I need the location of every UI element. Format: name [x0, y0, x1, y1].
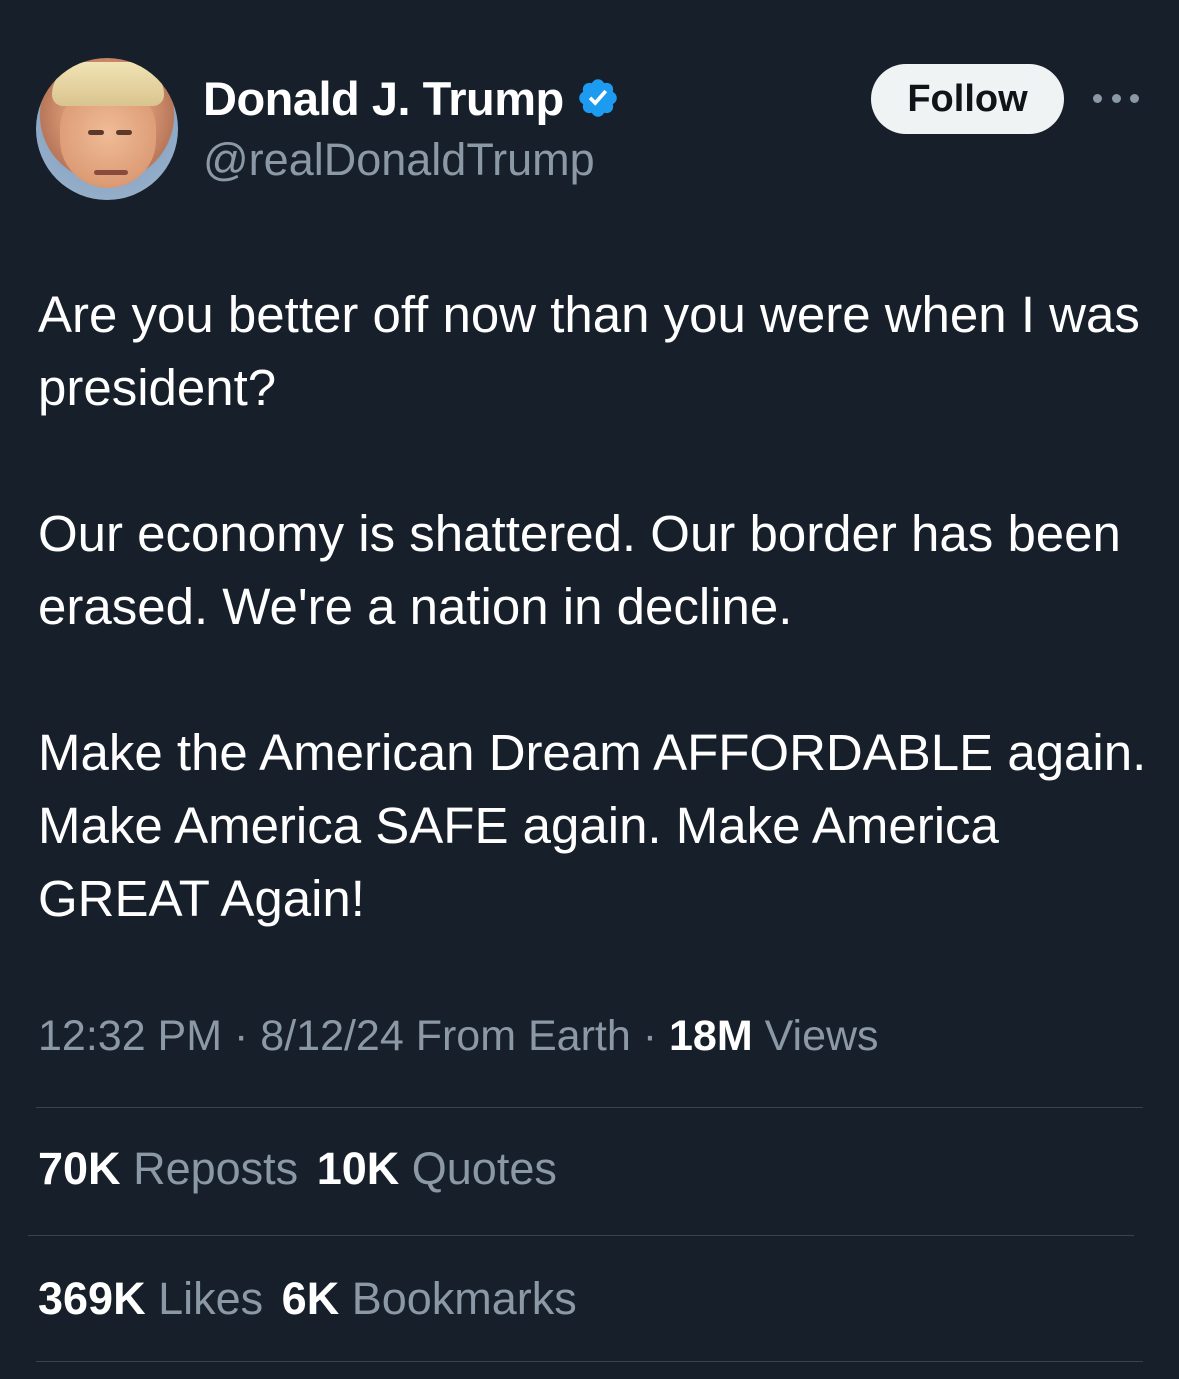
divider [36, 1107, 1143, 1108]
bookmarks-stat[interactable]: 6K Bookmarks [282, 1273, 577, 1324]
reposts-count: 70K [38, 1143, 121, 1194]
quotes-stat[interactable]: 10K Quotes [317, 1143, 557, 1194]
tweet-date[interactable]: 8/12/24 [260, 1012, 403, 1060]
likes-stat[interactable]: 369K Likes [38, 1273, 276, 1324]
avatar-mouth [94, 170, 128, 175]
tweet-paragraph: Are you better off now than you were whe… [38, 286, 1140, 416]
avatar[interactable] [36, 58, 178, 200]
tweet-paragraph: Make the American Dream AFFORDABLE again… [38, 724, 1147, 927]
bookmarks-count: 6K [281, 1273, 340, 1324]
more-options-icon[interactable] [1093, 88, 1139, 108]
stats-row-reposts: 70K Reposts 10K Quotes [38, 1143, 557, 1195]
tweet-detail: Donald J. Trump @realDonaldTrump Follow … [0, 0, 1179, 1379]
tweet-source: From Earth [415, 1012, 631, 1060]
more-dot [1093, 93, 1102, 103]
likes-label: Likes [158, 1273, 264, 1324]
quotes-count: 10K [316, 1143, 400, 1194]
meta-separator: · [234, 1012, 249, 1060]
reposts-stat[interactable]: 70K Reposts [38, 1143, 311, 1194]
tweet-time[interactable]: 12:32 PM [38, 1012, 222, 1060]
quotes-label: Quotes [411, 1143, 557, 1194]
tweet-text: Are you better off now than you were whe… [38, 278, 1148, 935]
likes-count: 369K [38, 1273, 146, 1324]
more-dot [1130, 93, 1139, 103]
tweet-meta: 12:32 PM · 8/12/24 From Earth · 18M View… [38, 1012, 879, 1061]
stats-row-likes: 369K Likes 6K Bookmarks [38, 1273, 577, 1325]
author-handle[interactable]: @realDonaldTrump [203, 134, 595, 186]
display-name[interactable]: Donald J. Trump [203, 71, 564, 126]
views-label: Views [764, 1012, 879, 1060]
avatar-hair [52, 62, 164, 106]
more-dot [1111, 93, 1121, 103]
views-count: 18M [669, 1012, 753, 1060]
follow-button[interactable]: Follow [871, 64, 1064, 134]
author-name-row[interactable]: Donald J. Trump [203, 68, 620, 128]
divider [36, 1361, 1143, 1362]
bookmarks-label: Bookmarks [351, 1273, 577, 1324]
meta-separator: · [642, 1012, 658, 1060]
avatar-eye-left [88, 130, 104, 135]
avatar-eye-right [116, 130, 132, 135]
reposts-label: Reposts [133, 1143, 299, 1194]
verified-badge-icon [578, 79, 617, 117]
divider [28, 1235, 1134, 1236]
tweet-paragraph: Our economy is shattered. Our border has… [38, 505, 1121, 635]
